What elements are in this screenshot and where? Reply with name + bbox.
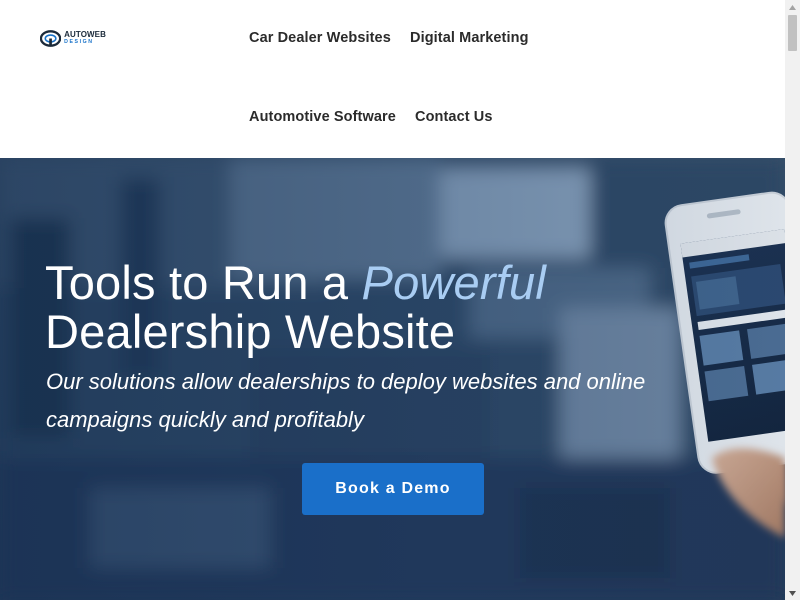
scrollbar-thumb[interactable] (788, 15, 797, 51)
brand-name-line1: AUTOWEB (64, 30, 106, 40)
site-header: AUTOWEB DESIGN Car Dealer Websites Digit… (0, 0, 785, 158)
scroll-down-arrow-icon[interactable] (785, 586, 800, 600)
hero-title-accent: Powerful (361, 256, 546, 309)
scroll-up-arrow-icon[interactable] (785, 0, 800, 14)
hero-title-part1: Tools to Run a (45, 256, 362, 309)
brand-logo[interactable]: AUTOWEB DESIGN (40, 30, 106, 47)
hero-title-part2: Dealership Website (45, 305, 456, 358)
page-scrollbar[interactable] (785, 0, 800, 600)
brand-name-line2: DESIGN (64, 39, 94, 46)
book-demo-button[interactable]: Book a Demo (302, 463, 484, 515)
nav-automotive-software[interactable]: Automotive Software (249, 109, 396, 125)
nav-car-dealer-websites[interactable]: Car Dealer Websites (249, 30, 391, 46)
nav-contact-us[interactable]: Contact Us (415, 109, 493, 125)
hero-subtitle: Our solutions allow dealerships to deplo… (46, 369, 646, 432)
brand-wordmark: AUTOWEB DESIGN (64, 31, 106, 45)
steering-wheel-icon (40, 30, 62, 47)
nav-digital-marketing[interactable]: Digital Marketing (410, 30, 529, 46)
hero-title: Tools to Run a Powerful Dealership Websi… (45, 258, 546, 356)
